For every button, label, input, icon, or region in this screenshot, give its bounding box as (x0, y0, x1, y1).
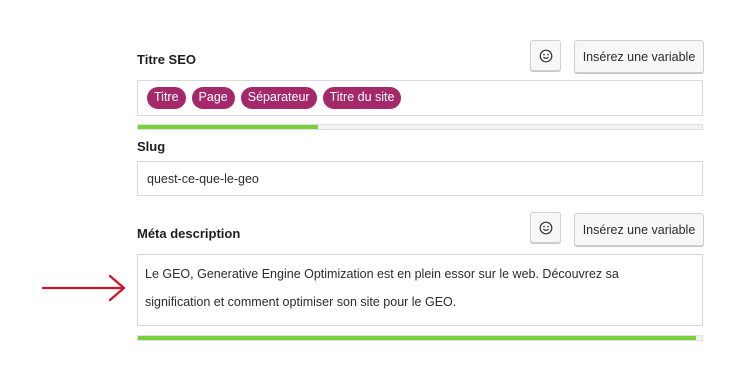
seo-title-chips: Titre Page Séparateur Titre du site (138, 81, 702, 115)
seo-title-insert-variable-button[interactable]: Insérez une variable (574, 40, 704, 73)
seo-title-field[interactable]: Titre Page Séparateur Titre du site (137, 80, 703, 116)
meta-description-label: Méta description (137, 226, 241, 241)
meta-description-text: Le GEO, Generative Engine Optimization e… (138, 255, 702, 322)
slug-label: Slug (137, 139, 166, 154)
chip-separateur[interactable]: Séparateur (240, 87, 317, 109)
chip-titre[interactable]: Titre (147, 87, 186, 109)
seo-title-label: Titre SEO (137, 52, 197, 67)
smiley-icon (539, 49, 552, 62)
meta-description-line-1: Le GEO, Generative Engine Optimization e… (145, 267, 619, 281)
seo-title-emoji-button[interactable] (530, 40, 561, 71)
slug-value: quest-ce-que-le-geo (147, 172, 259, 186)
chip-titre-du-site[interactable]: Titre du site (322, 87, 402, 109)
seo-title-progress-bar (137, 124, 703, 130)
red-arrow-icon (41, 274, 126, 302)
meta-description-line-2: signification et comment optimiser son s… (145, 294, 457, 309)
slug-input[interactable]: quest-ce-que-le-geo (137, 161, 703, 196)
smiley-icon (539, 221, 552, 234)
meta-description-progress-fill (138, 336, 697, 340)
meta-description-progress-bar (137, 335, 703, 341)
meta-description-emoji-button[interactable] (530, 212, 561, 243)
meta-description-textarea[interactable]: Le GEO, Generative Engine Optimization e… (137, 254, 703, 326)
chip-page[interactable]: Page (191, 87, 235, 109)
seo-title-progress-fill (138, 125, 319, 129)
meta-description-insert-variable-button[interactable]: Insérez une variable (574, 213, 704, 246)
